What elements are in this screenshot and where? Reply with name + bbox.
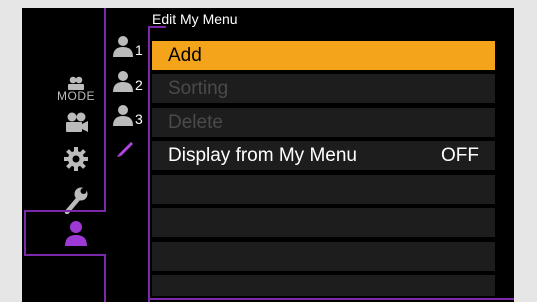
tab-setup[interactable] [50, 144, 102, 174]
menu-title: Edit My Menu [152, 11, 238, 27]
person-icon [113, 105, 133, 126]
sub-tab-column: 1 2 3 [106, 8, 150, 302]
menu-item-label: Display from My Menu [168, 144, 357, 166]
tab-mode[interactable]: MODE [50, 70, 102, 108]
subtab-my-menu-3[interactable]: 3 [112, 104, 143, 126]
subtab-my-menu-1[interactable]: 1 [112, 35, 143, 57]
subtab-number: 1 [135, 42, 143, 58]
camera-menu-screen: MODE 1 2 3 Edit My Menu Add Sorting Dele… [22, 8, 514, 302]
menu-item-value: OFF [441, 144, 479, 166]
menu-item-display-from-my-menu[interactable]: Display from My Menu OFF [152, 141, 495, 170]
menu-item-label: Add [168, 44, 202, 66]
subtab-my-menu-2[interactable]: 2 [112, 70, 143, 92]
tab-movie[interactable] [50, 110, 102, 134]
my-menu-person-icon [65, 221, 87, 246]
menu-item-empty [152, 242, 495, 271]
person-icon [113, 36, 133, 57]
tab-bracket-left [24, 210, 26, 256]
person-icon [113, 71, 133, 92]
subtab-number: 2 [135, 77, 143, 93]
menu-item-empty [152, 275, 495, 296]
menu-item-delete[interactable]: Delete [152, 108, 495, 137]
tab-bracket-bottom [24, 254, 106, 256]
tab-my-menu[interactable] [50, 218, 102, 248]
pencil-icon [117, 142, 133, 157]
menu-item-empty [152, 208, 495, 237]
main-tab-column: MODE [22, 8, 106, 302]
menu-panel: Edit My Menu Add Sorting Delete Display … [150, 8, 514, 302]
menu-item-add[interactable]: Add [152, 41, 495, 70]
tab-mode-label: MODE [57, 89, 95, 103]
gear-icon [64, 147, 88, 171]
subtab-edit[interactable] [116, 139, 134, 157]
menu-item-empty [152, 175, 495, 204]
subtab-number: 3 [135, 111, 143, 127]
mode-icon [68, 76, 84, 90]
menu-item-sorting[interactable]: Sorting [152, 74, 495, 103]
tab-bracket-top [24, 210, 106, 212]
menu-item-label: Delete [168, 111, 223, 133]
menu-item-label: Sorting [168, 77, 229, 99]
movie-camera-icon [66, 112, 88, 132]
